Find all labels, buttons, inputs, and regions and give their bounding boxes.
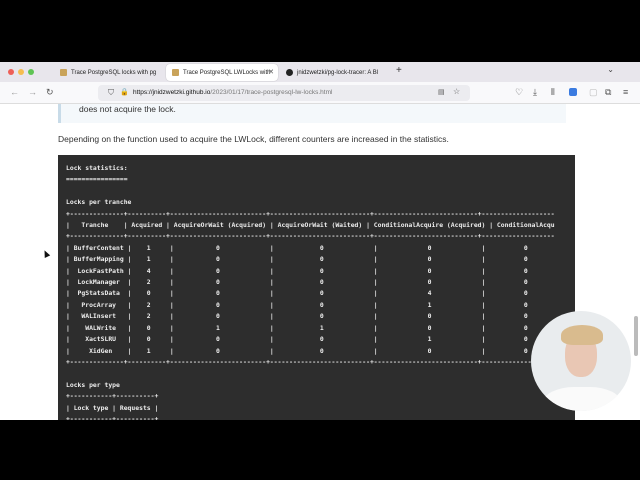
- tab-title: Trace PostgreSQL locks with pg: [71, 69, 157, 76]
- close-window-button[interactable]: [8, 69, 14, 75]
- url-text: https://jnidzwetzki.github.io/2023/01/17…: [133, 89, 332, 96]
- pocket-icon[interactable]: ♡: [515, 87, 523, 98]
- maximize-window-button[interactable]: [28, 69, 34, 75]
- url-domain: https://jnidzwetzki.github.io: [133, 89, 211, 96]
- back-arrow-icon[interactable]: ←: [10, 87, 19, 97]
- tab-list-chevron-icon[interactable]: ⌄: [607, 65, 614, 74]
- letterbox-top: [0, 0, 640, 62]
- presenter-hair: [561, 325, 603, 345]
- site-favicon-icon: [172, 69, 179, 76]
- tab-3[interactable]: jnidzwetzki/pg-lock-tracer: A Bl: [280, 64, 390, 81]
- url-path: /2023/01/17/trace-postgresql-lw-locks.ht…: [210, 89, 333, 96]
- presenter-shirt: [543, 387, 621, 411]
- reload-icon[interactable]: ↻: [46, 87, 54, 98]
- tab-1[interactable]: Trace PostgreSQL locks with pg: [54, 64, 164, 81]
- minimize-window-button[interactable]: [18, 69, 24, 75]
- shield-icon: ⛉: [108, 88, 114, 97]
- bookmark-star-icon[interactable]: ☆: [453, 87, 460, 96]
- tab-title: jnidzwetzki/pg-lock-tracer: A Bl: [297, 69, 379, 76]
- lock-icon: 🔒: [120, 89, 129, 96]
- article-paragraph: Depending on the function used to acquir…: [58, 134, 449, 144]
- close-tab-icon[interactable]: ✕: [268, 68, 274, 76]
- note-text: does not acquire the lock.: [79, 104, 176, 114]
- github-icon: [286, 69, 293, 76]
- tab-bar: Trace PostgreSQL locks with pg Trace Pos…: [0, 62, 640, 82]
- letterbox-bottom: [0, 420, 640, 480]
- account-icon[interactable]: [569, 88, 577, 96]
- code-block: Lock statistics: ================ Locks …: [58, 155, 575, 420]
- navigation-bar: ← → ↻ ⛉ 🔒 https://jnidzwetzki.github.io/…: [0, 82, 640, 104]
- site-favicon-icon: [60, 69, 67, 76]
- library-icon[interactable]: ⫴: [551, 87, 555, 98]
- tab-title: Trace PostgreSQL LWLocks with: [183, 69, 271, 76]
- menu-hamburger-icon[interactable]: ≡: [623, 87, 628, 97]
- new-tab-button[interactable]: +: [396, 65, 402, 76]
- downloads-icon[interactable]: ⤓: [533, 87, 537, 98]
- extensions-puzzle-icon[interactable]: ⧉: [605, 87, 611, 98]
- address-bar[interactable]: ⛉ 🔒 https://jnidzwetzki.github.io/2023/0…: [98, 85, 470, 101]
- reader-view-icon[interactable]: ▤: [438, 88, 445, 96]
- lock-statistics-output: Lock statistics: ================ Locks …: [66, 164, 555, 420]
- note-box: does not acquire the lock.: [58, 104, 566, 123]
- page-scrollbar[interactable]: [634, 316, 638, 356]
- forward-arrow-icon[interactable]: →: [28, 87, 37, 97]
- webcam-overlay: [531, 311, 631, 411]
- extension-icon[interactable]: ▢: [589, 87, 598, 98]
- tab-2[interactable]: Trace PostgreSQL LWLocks with ✕: [166, 64, 278, 81]
